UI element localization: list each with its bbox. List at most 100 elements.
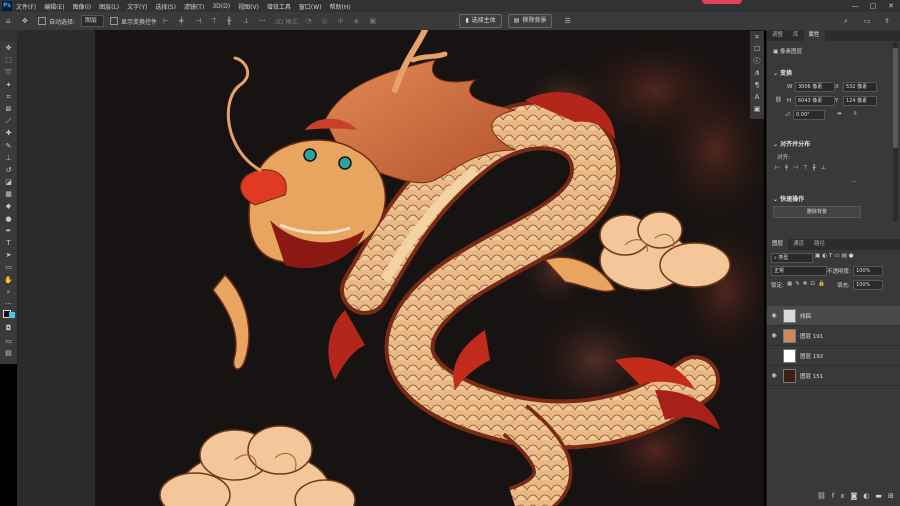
layer-row[interactable]: 图层 192 [767, 346, 900, 366]
minimize-button[interactable]: — [846, 2, 864, 10]
height-field[interactable]: 6043 像素 [795, 96, 835, 106]
brush-settings-icon[interactable]: ⋔ [750, 67, 764, 79]
glyphs-icon[interactable]: ▣ [750, 103, 764, 115]
fill-field[interactable]: 100% [853, 280, 883, 290]
angle-field[interactable]: 0.00° [793, 110, 825, 120]
menu-filter[interactable]: 滤镜(T) [180, 2, 208, 11]
select-subject-button[interactable]: ▮ 选择主体 [459, 14, 502, 28]
color-swatches-icon[interactable] [0, 310, 17, 322]
menu-image[interactable]: 图像(I) [69, 2, 95, 11]
x-field[interactable]: 532 像素 [843, 82, 877, 92]
tab-libraries[interactable]: 库 [788, 30, 804, 41]
shape-tool-icon[interactable]: ▭ [0, 261, 17, 273]
menu-window[interactable]: 窗口(W) [295, 2, 326, 11]
frame-tool-icon[interactable]: ⊠ [0, 103, 17, 115]
menu-plugins[interactable]: 增效工具 [263, 2, 295, 11]
quick-mask-icon[interactable]: ◘ [0, 322, 17, 334]
layer-select-dropdown[interactable]: 图层 [81, 15, 105, 27]
edit-toolbar-icon[interactable]: ··· [0, 298, 17, 310]
eraser-tool-icon[interactable]: ◪ [0, 176, 17, 188]
close-button[interactable]: ✕ [882, 2, 900, 10]
layer-row[interactable]: ◉ 图层 191 [767, 326, 900, 346]
healing-brush-icon[interactable]: ✚ [0, 127, 17, 139]
lock-icons[interactable]: ▦✎✥⊡🔒 [787, 281, 828, 287]
flip-horizontal-icon[interactable]: ⇹ [837, 111, 842, 117]
more-align-icon[interactable]: ··· [851, 179, 856, 185]
link-dimensions-icon[interactable]: ⛓ [775, 97, 782, 103]
remove-background-quick-button[interactable]: 删除背景 [773, 206, 861, 218]
history-icon[interactable]: ⌗ [750, 31, 764, 43]
adjustment-icon[interactable]: ◐ [863, 492, 875, 500]
visibility-eye-icon[interactable]: ◉ [767, 312, 781, 319]
y-field[interactable]: 124 像素 [843, 96, 877, 106]
menu-3d[interactable]: 3D(D) [208, 3, 234, 10]
link-icon[interactable]: ⛓ [817, 492, 832, 500]
align-top-icon[interactable]: ⊤ [211, 16, 221, 26]
align-bottom-icon[interactable]: ⊥ [243, 16, 253, 26]
rotate-3d-icon[interactable]: ◔ [305, 16, 315, 26]
dodge-tool-icon[interactable]: ● [0, 213, 17, 225]
tab-paths[interactable]: 路径 [809, 239, 830, 250]
pen-tool-icon[interactable]: ✒ [0, 225, 17, 237]
clone-stamp-icon[interactable]: ⊥ [0, 152, 17, 164]
frame-mode-icon[interactable]: ▤ [0, 347, 17, 359]
tab-channels[interactable]: 通道 [788, 239, 809, 250]
comments-icon[interactable]: ☐ [750, 43, 764, 55]
align-buttons[interactable]: ⊢╪⊣⊤╫⊥ [775, 165, 831, 171]
path-select-icon[interactable]: ➤ [0, 249, 17, 261]
gradient-tool-icon[interactable]: ▦ [0, 188, 17, 200]
tab-properties[interactable]: 属性 [803, 30, 825, 41]
menu-file[interactable]: 文件(F) [12, 2, 40, 11]
paragraph-icon[interactable]: ¶ [750, 79, 764, 91]
workspace-icon[interactable]: ▭ [864, 16, 874, 26]
character-icon[interactable]: A [750, 91, 764, 103]
type-tool-icon[interactable]: T [0, 237, 17, 249]
tab-adjustments[interactable]: 调整 [767, 30, 788, 41]
menu-type[interactable]: 文字(Y) [123, 2, 151, 11]
menu-edit[interactable]: 编辑(E) [40, 2, 68, 11]
slide-3d-icon[interactable]: ◈ [353, 16, 363, 26]
info-icon[interactable]: ⓘ [750, 55, 764, 67]
eyedropper-icon[interactable]: ⟋ [0, 115, 17, 127]
properties-scrollbar[interactable] [893, 42, 898, 222]
move-tool-icon[interactable]: ✥ [0, 42, 17, 54]
folder-icon[interactable]: ▬ [875, 492, 888, 500]
crop-tool-icon[interactable]: ⌗ [0, 91, 17, 103]
marquee-tool-icon[interactable]: ⬚ [0, 54, 17, 66]
fx-icon[interactable]: fx [832, 492, 851, 500]
blur-tool-icon[interactable]: ◆ [0, 200, 17, 212]
brush-tool-icon[interactable]: ✎ [0, 140, 17, 152]
move-tool-icon[interactable]: ✥ [22, 16, 32, 26]
maximize-button[interactable]: ▢ [864, 2, 882, 10]
opacity-field[interactable]: 100% [853, 266, 883, 276]
scale-3d-icon[interactable]: ▣ [369, 16, 379, 26]
auto-select-checkbox[interactable] [38, 17, 46, 25]
screen-mode-icon[interactable]: ▭ [0, 335, 17, 347]
menu-view[interactable]: 视图(V) [234, 2, 263, 11]
new-layer-icon[interactable]: ⊞ [888, 492, 900, 500]
visibility-eye-icon[interactable]: ◉ [767, 372, 781, 379]
zoom-tool-icon[interactable]: ⌕ [0, 286, 17, 298]
menu-select[interactable]: 选择(S) [151, 2, 180, 11]
menu-layer[interactable]: 图层(L) [95, 2, 123, 11]
roll-3d-icon[interactable]: ◎ [321, 16, 331, 26]
home-icon[interactable]: ⌂ [6, 16, 16, 26]
tab-layers[interactable]: 图层 [767, 239, 789, 250]
visibility-eye-icon[interactable]: ◉ [767, 332, 781, 339]
align-left-icon[interactable]: ⊢ [163, 16, 173, 26]
layer-row[interactable]: ◉ 图层 151 [767, 366, 900, 386]
align-right-icon[interactable]: ⊣ [195, 16, 205, 26]
remove-background-button[interactable]: ▤ 移除背景 [507, 14, 553, 28]
width-field[interactable]: 3006 像素 [795, 82, 835, 92]
flip-vertical-icon[interactable]: ⇳ [853, 111, 858, 117]
lasso-tool-icon[interactable]: ➰ [0, 66, 17, 78]
blend-mode-dropdown[interactable]: 正常 [771, 266, 827, 276]
magic-wand-icon[interactable]: ✦ [0, 79, 17, 91]
share-icon[interactable]: ☰ [564, 16, 574, 26]
search-icon[interactable]: ⌕ [844, 16, 854, 26]
show-transform-checkbox[interactable] [110, 17, 119, 25]
dragon-artwork[interactable] [95, 30, 764, 506]
history-brush-icon[interactable]: ↺ [0, 164, 17, 176]
layer-row[interactable]: ◉ 线稿 [767, 306, 900, 326]
hand-tool-icon[interactable]: ✋ [0, 274, 17, 286]
